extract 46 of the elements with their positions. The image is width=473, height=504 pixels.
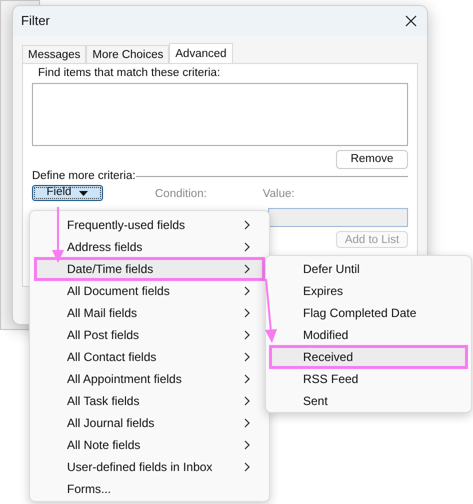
menu-item[interactable]: All Task fields [35,390,264,412]
menu-item[interactable]: Modified [270,324,467,346]
value-label: Value: [262,188,295,201]
menu-item[interactable]: All Contact fields [35,346,264,368]
menu-item[interactable]: Frequently-used fields [35,214,264,236]
criteria-list[interactable] [32,83,408,146]
chevron-right-icon [244,396,250,406]
chevron-right-icon [244,242,250,252]
menu-item[interactable]: RSS Feed [270,368,467,390]
chevron-right-icon [244,286,250,296]
menu-item[interactable]: All Document fields [35,280,264,302]
condition-label: Condition: [155,188,207,201]
menu-item[interactable]: Defer Until [270,258,467,280]
chevron-right-icon [244,220,250,230]
menu-item[interactable]: Forms... [35,478,264,500]
menu-item[interactable]: Flag Completed Date [270,302,467,324]
chevron-right-icon [244,374,250,384]
menu-item[interactable]: All Post fields [35,324,264,346]
menu-item[interactable]: User-defined fields in Inbox [35,456,264,478]
annotation-arrow [265,278,277,343]
chevron-right-icon [244,462,250,472]
menu-item[interactable]: All Appointment fields [35,368,264,390]
menu-item[interactable]: All Journal fields [35,412,264,434]
tab[interactable]: More Choices [86,45,170,63]
criteria-label: Find items that match these criteria: [37,66,222,80]
remove-button[interactable]: Remove [336,150,408,169]
close-icon[interactable] [405,15,417,27]
window-title: Filter [21,12,50,30]
menu-item[interactable]: All Mail fields [35,302,264,324]
chevron-right-icon [244,418,250,428]
menu-item[interactable]: All Note fields [35,434,264,456]
chevron-right-icon [244,440,250,450]
dropdown-arrow-icon [79,190,88,196]
tab[interactable]: Advanced [169,43,233,63]
chevron-right-icon [244,264,250,274]
chevron-right-icon [244,308,250,318]
menu-item[interactable]: Received [270,346,467,368]
tab[interactable]: Messages [22,45,86,63]
menu-item[interactable]: Sent [270,390,467,412]
menu-item[interactable]: Date/Time fields [35,258,264,280]
chevron-right-icon [244,330,250,340]
menu-item[interactable]: Expires [270,280,467,302]
chevron-right-icon [244,352,250,362]
annotation-arrow [52,207,64,263]
menu-item[interactable]: Address fields [35,236,264,258]
section-label: Define more criteria: [32,169,136,183]
